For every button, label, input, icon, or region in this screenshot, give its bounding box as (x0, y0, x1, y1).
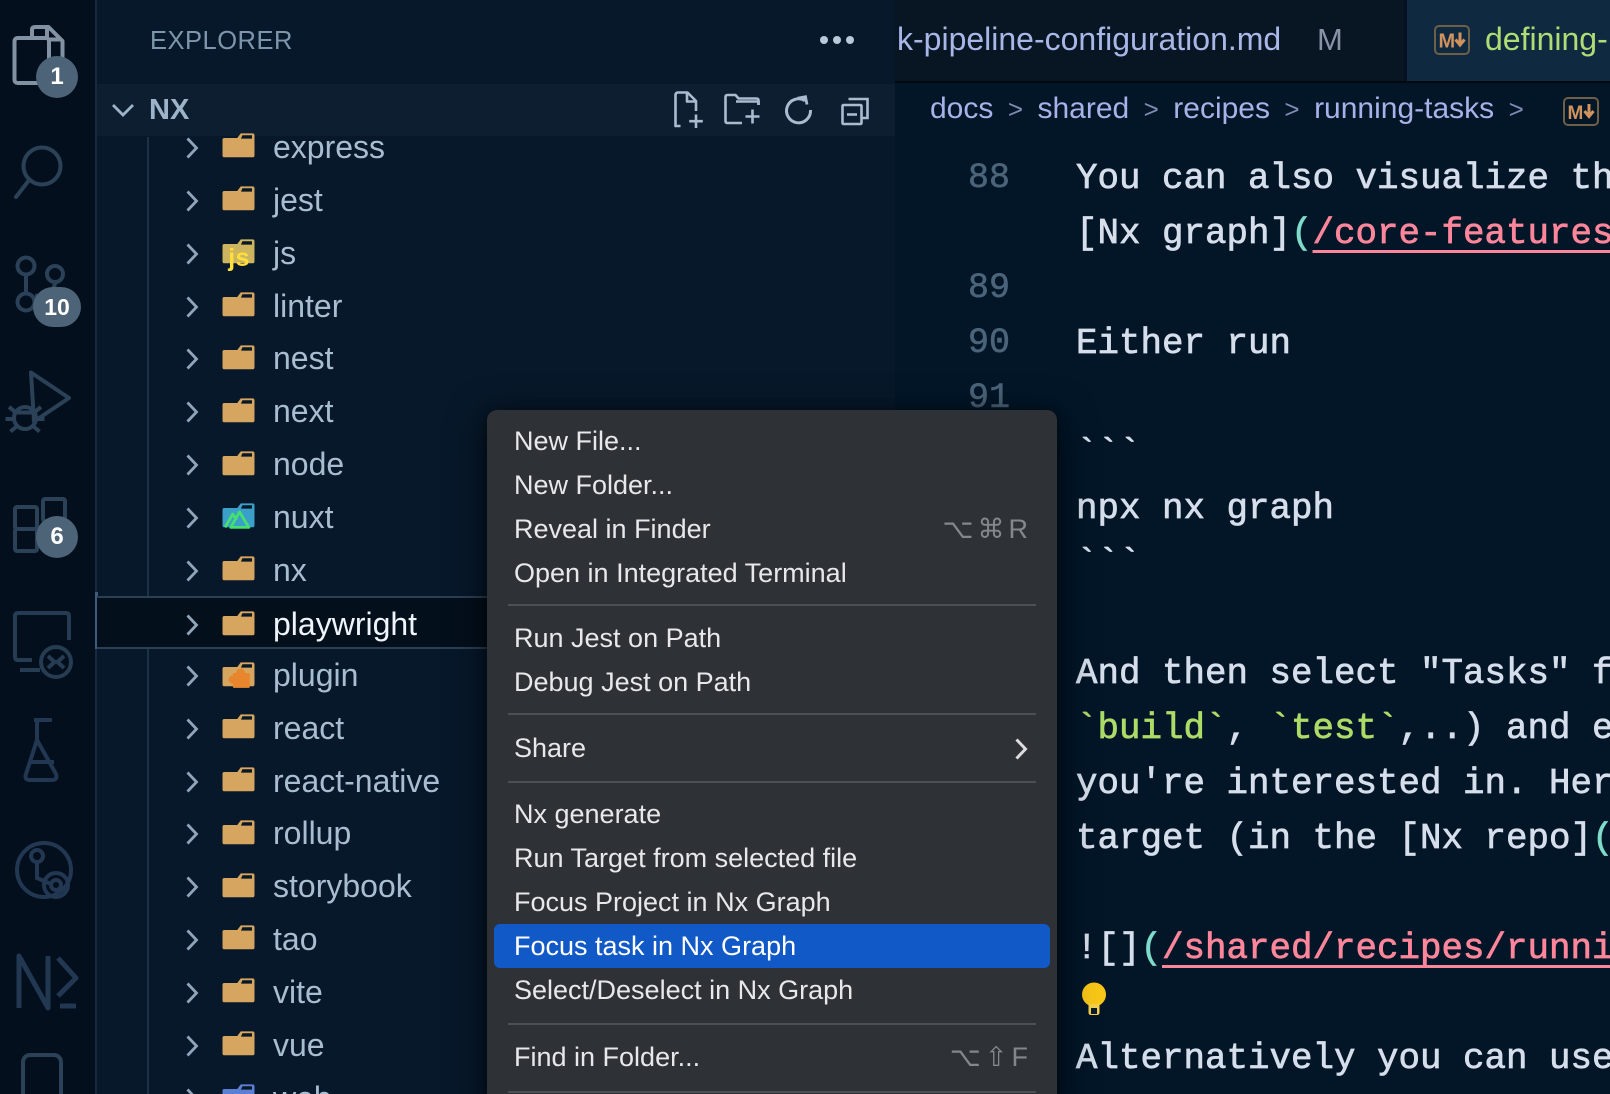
svg-text:M: M (1439, 31, 1456, 53)
svg-text:js: js (227, 245, 250, 272)
svg-text:M: M (1568, 103, 1584, 124)
